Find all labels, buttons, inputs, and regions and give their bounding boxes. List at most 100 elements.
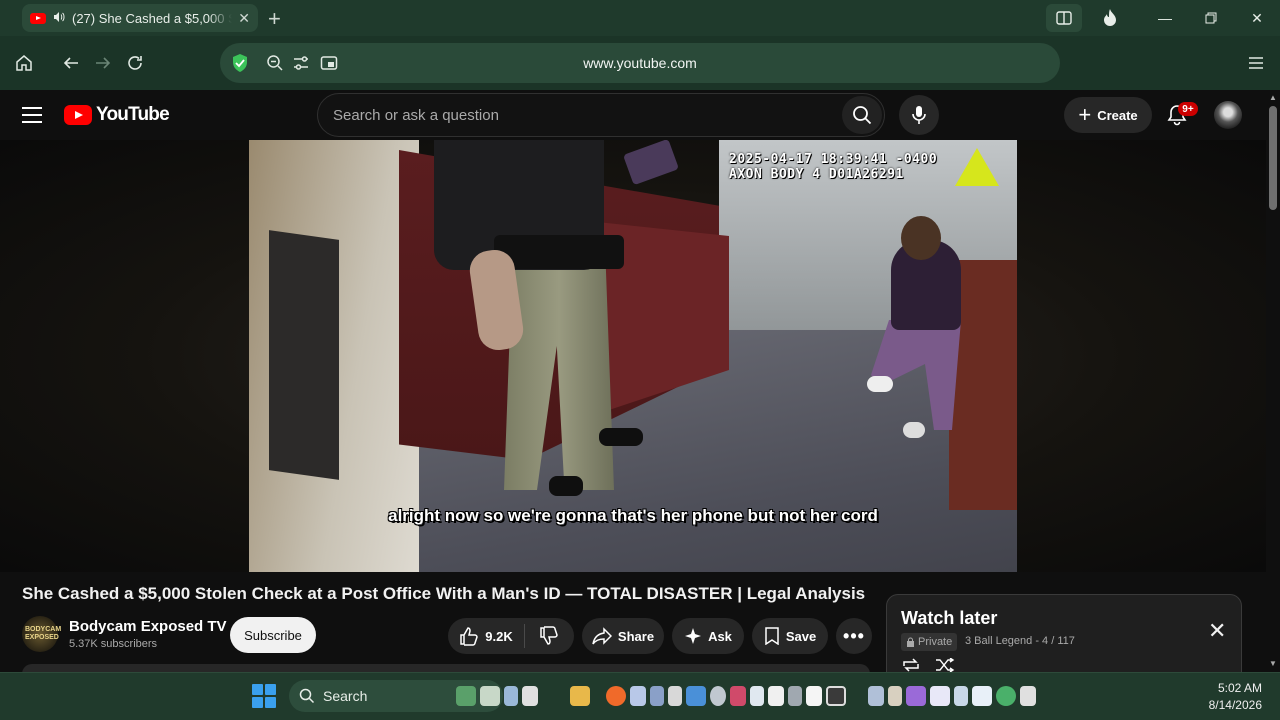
side-panel-icon[interactable] <box>1046 4 1082 32</box>
windows-start-icon[interactable] <box>252 684 276 708</box>
thumbs-up-icon <box>460 627 479 646</box>
search-input[interactable]: Search or ask a question <box>317 93 885 137</box>
site-settings-icon[interactable] <box>291 53 311 73</box>
system-clock[interactable]: 5:02 AM 8/14/2026 <box>1209 680 1262 714</box>
home-icon[interactable] <box>13 52 35 74</box>
taskbar-search-label: Search <box>323 688 368 704</box>
privacy-badge: Private <box>901 633 958 651</box>
tab-close-icon[interactable]: ✕ <box>238 10 250 27</box>
taskbar-app-icon[interactable] <box>1020 686 1036 706</box>
taskbar-app-icon[interactable] <box>522 686 538 706</box>
taskbar-app-icon[interactable] <box>630 686 646 706</box>
channel-subscriber-count: 5.37K subscribers <box>69 638 158 650</box>
watch-later-close-icon[interactable]: ✕ <box>1208 618 1226 644</box>
share-button[interactable]: Share <box>582 618 664 654</box>
axon-logo-icon <box>955 148 999 186</box>
minimize-icon[interactable]: — <box>1142 0 1188 36</box>
account-avatar[interactable] <box>1214 101 1242 129</box>
voice-search-button[interactable] <box>899 95 939 135</box>
taskbar-app-icon[interactable] <box>906 686 926 706</box>
video-scene-officer <box>434 140 624 490</box>
watch-later-title[interactable]: Watch later <box>901 608 997 629</box>
video-title: She Cashed a $5,000 Stolen Check at a Po… <box>22 584 866 603</box>
lock-icon <box>907 637 914 647</box>
menu-icon[interactable] <box>1245 52 1267 74</box>
playlist-meta: 3 Ball Legend - 4 / 117 <box>965 635 1075 647</box>
subscribe-button[interactable]: Subscribe <box>230 617 316 653</box>
taskbar-app-icon[interactable] <box>806 686 822 706</box>
like-button[interactable]: 9.2K <box>448 618 524 654</box>
speaker-icon[interactable] <box>52 10 66 27</box>
flame-icon[interactable] <box>1099 7 1121 29</box>
taskbar-app-icon[interactable] <box>456 686 476 706</box>
plus-icon: + <box>1078 102 1092 127</box>
reload-icon[interactable] <box>124 52 146 74</box>
taskbar-app-icon[interactable] <box>826 686 846 706</box>
channel-name[interactable]: Bodycam Exposed TV <box>69 618 227 635</box>
taskbar-app-icon[interactable] <box>768 686 784 706</box>
taskbar-app-icon[interactable] <box>996 686 1016 706</box>
shield-check-icon[interactable] <box>230 53 250 73</box>
video-scene-boot <box>599 428 643 446</box>
like-divider <box>524 624 525 648</box>
channel-avatar[interactable]: BODYCAM EXPOSED <box>22 616 61 652</box>
taskbar-app-icon[interactable] <box>788 686 802 706</box>
privacy-label: Private <box>918 636 953 648</box>
youtube-logo[interactable]: YouTube <box>64 104 170 126</box>
taskbar-app-icon[interactable] <box>504 686 518 706</box>
bookmark-icon <box>765 627 779 645</box>
search-placeholder: Search or ask a question <box>333 106 499 124</box>
create-label: Create <box>1097 107 1138 123</box>
taskbar-app-icon[interactable] <box>650 686 664 706</box>
video-scene-phone <box>622 140 680 186</box>
taskbar-app-icon[interactable] <box>686 686 706 706</box>
taskbar-app-icon[interactable] <box>868 686 884 706</box>
bodycam-overlay: 2025-04-17 18:39:41 -0400 AXON BODY 4 D0… <box>729 152 937 182</box>
taskbar-app-icon[interactable] <box>888 686 902 706</box>
video-scene-door <box>269 230 339 480</box>
address-bar[interactable]: www.youtube.com <box>220 43 1060 83</box>
bodycam-device-id: AXON BODY 4 D01A26291 <box>729 167 904 182</box>
taskbar-app-icon[interactable] <box>480 686 500 706</box>
new-tab-icon[interactable]: + <box>268 6 281 32</box>
url-text: www.youtube.com <box>583 55 697 71</box>
taskbar-app-icon[interactable] <box>730 686 746 706</box>
taskbar-app-icon[interactable] <box>668 686 682 706</box>
save-button[interactable]: Save <box>752 618 828 654</box>
taskbar-app-icon[interactable] <box>750 686 764 706</box>
sparkle-icon <box>685 628 702 644</box>
back-icon[interactable] <box>60 52 82 74</box>
dislike-button[interactable] <box>526 618 572 654</box>
window-close-icon[interactable]: ✕ <box>1234 0 1280 36</box>
taskbar-app-icon[interactable] <box>972 686 992 706</box>
picture-in-picture-icon[interactable] <box>319 53 339 73</box>
scrollbar-thumb[interactable] <box>1269 106 1277 210</box>
taskbar-app-icon[interactable] <box>954 686 968 706</box>
browser-tab-youtube[interactable]: (27) She Cashed a $5,000 Stolen Check at… <box>22 4 258 32</box>
guide-menu-icon[interactable] <box>22 107 42 123</box>
page-scrollbar[interactable] <box>1266 90 1280 672</box>
forward-icon[interactable] <box>92 52 114 74</box>
youtube-play-icon <box>64 105 92 125</box>
video-scene-shoe <box>903 422 925 438</box>
bodycam-timestamp: 2025-04-17 18:39:41 -0400 <box>729 152 938 167</box>
scroll-up-icon[interactable]: ▲ <box>1267 93 1279 103</box>
microphone-icon <box>912 106 926 124</box>
tab-title: (27) She Cashed a $5,000 Stolen Check at… <box>72 10 232 26</box>
taskbar-app-icon[interactable] <box>930 686 950 706</box>
zoom-out-icon[interactable] <box>265 53 285 73</box>
create-button[interactable]: + Create <box>1064 97 1152 133</box>
video-scene-shoe <box>867 376 893 392</box>
search-button[interactable] <box>842 96 882 134</box>
restore-icon[interactable] <box>1188 0 1234 36</box>
like-count: 9.2K <box>485 628 513 644</box>
search-icon <box>853 106 872 125</box>
video-player[interactable]: 2025-04-17 18:39:41 -0400 AXON BODY 4 D0… <box>249 140 1017 572</box>
taskbar-app-icon[interactable] <box>710 686 726 706</box>
file-explorer-icon[interactable] <box>570 686 590 706</box>
browser-app-icon[interactable] <box>606 686 626 706</box>
scroll-down-icon[interactable]: ▼ <box>1267 659 1279 669</box>
ask-label: Ask <box>708 628 732 644</box>
more-actions-button[interactable]: ••• <box>836 618 872 654</box>
ask-button[interactable]: Ask <box>672 618 744 654</box>
